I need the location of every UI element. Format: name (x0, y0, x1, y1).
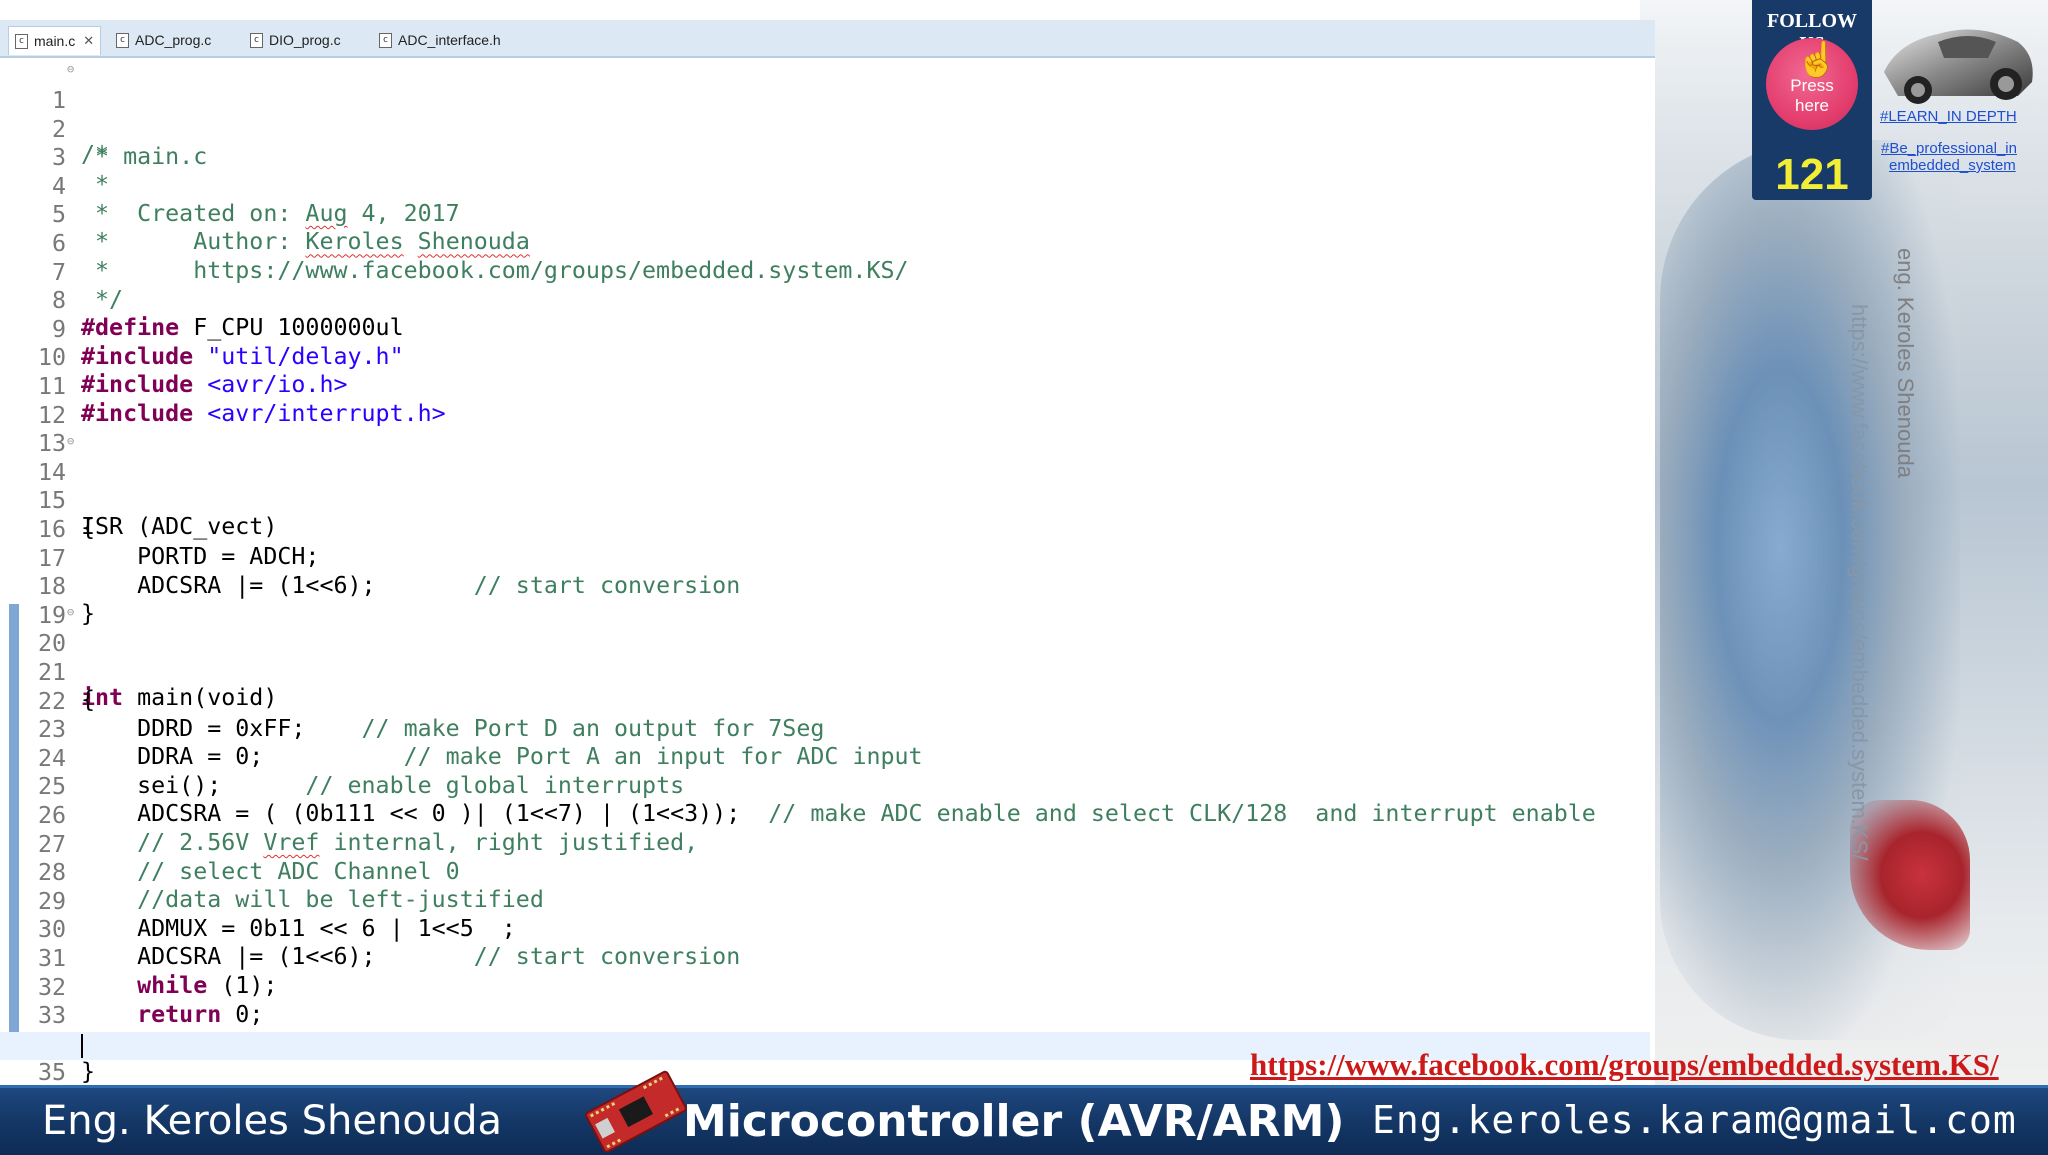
code-line: 19 (0, 575, 1650, 629)
tab-dio-prog-c[interactable]: c DIO_prog.c (250, 26, 341, 54)
code-line: 30 ADCSRA |= (1<<6); // start conversion (0, 889, 1650, 970)
code-line: 6 * https://www.facebook.com/groups/embe… (0, 203, 1650, 284)
watermark-name: eng. Keroles Shenouda (1893, 248, 1918, 478)
footer-course-title: Microcontroller (AVR/ARM) (683, 1096, 1345, 1147)
fold-icon[interactable]: ⊖ (67, 434, 74, 448)
code-line: 18 } (0, 546, 1650, 627)
c-file-icon: c (116, 32, 129, 48)
code-line: 22 DDRD = 0xFF; // make Port D an output… (0, 661, 1650, 742)
code-line: 16 PORTD = ADCH; (0, 489, 1650, 570)
code-text-area[interactable]: 1 ⊖ /* 2 * main.c 3 * 4 * Created on: Au… (0, 60, 1655, 1086)
code-line: 20 ⊖ int main(void) (0, 603, 1650, 711)
code-line: 11 #include <avr/interrupt.h> (0, 346, 1650, 427)
watermark-url: https://www.facebook.com/groups/embedded… (1847, 304, 1872, 861)
close-icon[interactable]: ✕ (83, 33, 94, 49)
c-file-icon: c (15, 33, 28, 49)
code-line: 14 ⊖ ISR (ADC_vect) (0, 432, 1650, 540)
code-line: 25 ADCSRA = ( (0b111 << 0 )| (1<<7) | (1… (0, 746, 1650, 827)
tab-label: DIO_prog.c (269, 32, 341, 48)
code-line: 28 //data will be left-justified (0, 832, 1650, 913)
footer-email: Eng.keroles.karam@gmail.com (1372, 1098, 2017, 1142)
hand-pointer-icon: ☝ (1796, 41, 1839, 79)
code-line: 17 ADCSRA |= (1<<6); // start conversion (0, 518, 1650, 599)
facebook-group-link[interactable]: https://www.facebook.com/groups/embedded… (1250, 1047, 2030, 1081)
code-line: 26 // 2.56V Vref internal, right justifi… (0, 775, 1650, 856)
code-line: 21 { (0, 632, 1650, 713)
tab-label: ADC_interface.h (398, 32, 501, 48)
text-caret (81, 1034, 83, 1059)
code-line: 4 * Created on: Aug 4, 2017 (0, 146, 1650, 227)
footer-banner: Eng. Keroles Shenouda Microcontroller (A… (0, 1085, 2048, 1155)
code-line: 33 (0, 975, 1650, 1029)
tab-adc-prog-c[interactable]: c ADC_prog.c (116, 26, 211, 54)
follow-us-badge[interactable]: FOLLOW US ☝ Press here 121 (1752, 0, 1872, 200)
fold-icon[interactable]: ⊖ (67, 62, 74, 76)
code-line: 34 } (0, 1004, 1650, 1085)
code-line: 32 return 0; (0, 947, 1650, 1028)
code-line: 29 ADMUX = 0b11 << 6 | 1<<5 ; (0, 861, 1650, 942)
code-line: 8 #define F_CPU 1000000ul (0, 260, 1650, 341)
avr-board-icon (585, 1070, 687, 1152)
follow-count: 121 (1775, 150, 1849, 199)
fold-icon[interactable]: ⊖ (67, 605, 74, 619)
tab-label: ADC_prog.c (135, 32, 212, 48)
code-line: 12 (0, 375, 1650, 429)
code-line: 10 #include <avr/io.h> (0, 317, 1650, 398)
footer-author: Eng. Keroles Shenouda (42, 1098, 503, 1144)
be-professional-link[interactable]: #Be_professional_in (1881, 140, 2017, 157)
line-number: 35 (37, 1059, 66, 1087)
car-thumbnail-image (1884, 29, 2033, 104)
learn-in-depth-link[interactable]: #LEARN_IN DEPTH (1880, 108, 2017, 125)
code-line: 5 * Author: Keroles Shenouda (0, 174, 1650, 255)
code-line: 31 while (1); (0, 918, 1650, 999)
press-here-label: Press here (1790, 76, 1834, 115)
c-file-icon: c (250, 32, 263, 48)
embedded-system-link[interactable]: embedded_system (1889, 157, 2016, 174)
code-text: } (81, 1057, 96, 1085)
code-line: 2 * main.c (0, 89, 1650, 170)
code-line: 24 sei(); // enable global interrupts (0, 718, 1650, 799)
code-line: 27 // select ADC Channel 0 (0, 804, 1650, 885)
code-line: 1 ⊖ /* (0, 60, 1650, 168)
code-line: 15 { (0, 460, 1650, 541)
code-line: 7 */ (0, 232, 1650, 313)
tab-adc-interface-h[interactable]: c ADC_interface.h (379, 26, 501, 54)
code-line: 13 (0, 403, 1650, 457)
code-line: 3 * (0, 117, 1650, 198)
h-file-icon: c (379, 32, 392, 48)
code-line: 9 #include "util/delay.h" (0, 289, 1650, 370)
tab-label: main.c (34, 33, 76, 49)
code-line: 23 DDRA = 0; // make Port A an input for… (0, 689, 1650, 770)
editor-tab-bar: c main.c ✕ c ADC_prog.c c DIO_prog.c c A… (0, 20, 1655, 58)
tab-main-c[interactable]: c main.c ✕ (8, 26, 102, 55)
